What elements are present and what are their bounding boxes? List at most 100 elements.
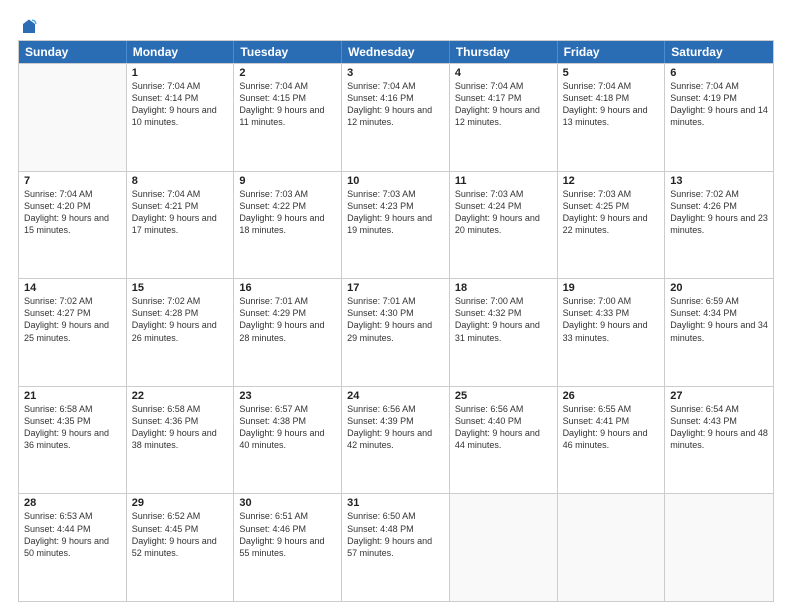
- day-number: 29: [132, 497, 229, 509]
- calendar-cell: 19Sunrise: 7:00 AM Sunset: 4:33 PM Dayli…: [558, 279, 666, 386]
- day-number: 5: [563, 67, 660, 79]
- cell-info: Sunrise: 6:58 AM Sunset: 4:35 PM Dayligh…: [24, 403, 121, 452]
- calendar-header-cell: Monday: [127, 41, 235, 63]
- cell-info: Sunrise: 7:02 AM Sunset: 4:28 PM Dayligh…: [132, 295, 229, 344]
- day-number: 7: [24, 175, 121, 187]
- day-number: 15: [132, 282, 229, 294]
- calendar-cell: 12Sunrise: 7:03 AM Sunset: 4:25 PM Dayli…: [558, 172, 666, 279]
- cell-info: Sunrise: 7:04 AM Sunset: 4:15 PM Dayligh…: [239, 80, 336, 129]
- cell-info: Sunrise: 6:54 AM Sunset: 4:43 PM Dayligh…: [670, 403, 768, 452]
- calendar-cell: 15Sunrise: 7:02 AM Sunset: 4:28 PM Dayli…: [127, 279, 235, 386]
- calendar-cell: [558, 494, 666, 601]
- day-number: 26: [563, 390, 660, 402]
- logo: [18, 18, 38, 32]
- calendar-week-row: 21Sunrise: 6:58 AM Sunset: 4:35 PM Dayli…: [19, 386, 773, 494]
- cell-info: Sunrise: 7:04 AM Sunset: 4:14 PM Dayligh…: [132, 80, 229, 129]
- cell-info: Sunrise: 7:01 AM Sunset: 4:29 PM Dayligh…: [239, 295, 336, 344]
- calendar-cell: 31Sunrise: 6:50 AM Sunset: 4:48 PM Dayli…: [342, 494, 450, 601]
- cell-info: Sunrise: 7:04 AM Sunset: 4:18 PM Dayligh…: [563, 80, 660, 129]
- cell-info: Sunrise: 6:50 AM Sunset: 4:48 PM Dayligh…: [347, 510, 444, 559]
- day-number: 9: [239, 175, 336, 187]
- calendar-cell: [450, 494, 558, 601]
- cell-info: Sunrise: 7:04 AM Sunset: 4:20 PM Dayligh…: [24, 188, 121, 237]
- calendar-cell: [19, 64, 127, 171]
- day-number: 4: [455, 67, 552, 79]
- calendar-cell: 6Sunrise: 7:04 AM Sunset: 4:19 PM Daylig…: [665, 64, 773, 171]
- calendar-week-row: 28Sunrise: 6:53 AM Sunset: 4:44 PM Dayli…: [19, 493, 773, 601]
- day-number: 14: [24, 282, 121, 294]
- cell-info: Sunrise: 6:51 AM Sunset: 4:46 PM Dayligh…: [239, 510, 336, 559]
- calendar: SundayMondayTuesdayWednesdayThursdayFrid…: [18, 40, 774, 602]
- cell-info: Sunrise: 7:04 AM Sunset: 4:17 PM Dayligh…: [455, 80, 552, 129]
- cell-info: Sunrise: 7:03 AM Sunset: 4:25 PM Dayligh…: [563, 188, 660, 237]
- logo-icon: [20, 18, 38, 36]
- cell-info: Sunrise: 6:56 AM Sunset: 4:39 PM Dayligh…: [347, 403, 444, 452]
- cell-info: Sunrise: 7:03 AM Sunset: 4:23 PM Dayligh…: [347, 188, 444, 237]
- day-number: 8: [132, 175, 229, 187]
- calendar-cell: 9Sunrise: 7:03 AM Sunset: 4:22 PM Daylig…: [234, 172, 342, 279]
- calendar-cell: 26Sunrise: 6:55 AM Sunset: 4:41 PM Dayli…: [558, 387, 666, 494]
- cell-info: Sunrise: 7:04 AM Sunset: 4:19 PM Dayligh…: [670, 80, 768, 129]
- day-number: 1: [132, 67, 229, 79]
- cell-info: Sunrise: 6:58 AM Sunset: 4:36 PM Dayligh…: [132, 403, 229, 452]
- day-number: 21: [24, 390, 121, 402]
- calendar-header-cell: Thursday: [450, 41, 558, 63]
- calendar-cell: 20Sunrise: 6:59 AM Sunset: 4:34 PM Dayli…: [665, 279, 773, 386]
- calendar-cell: 3Sunrise: 7:04 AM Sunset: 4:16 PM Daylig…: [342, 64, 450, 171]
- day-number: 2: [239, 67, 336, 79]
- day-number: 11: [455, 175, 552, 187]
- cell-info: Sunrise: 7:03 AM Sunset: 4:22 PM Dayligh…: [239, 188, 336, 237]
- calendar-cell: 13Sunrise: 7:02 AM Sunset: 4:26 PM Dayli…: [665, 172, 773, 279]
- day-number: 31: [347, 497, 444, 509]
- day-number: 18: [455, 282, 552, 294]
- calendar-header-cell: Tuesday: [234, 41, 342, 63]
- calendar-cell: 2Sunrise: 7:04 AM Sunset: 4:15 PM Daylig…: [234, 64, 342, 171]
- calendar-header-cell: Sunday: [19, 41, 127, 63]
- calendar-cell: 24Sunrise: 6:56 AM Sunset: 4:39 PM Dayli…: [342, 387, 450, 494]
- day-number: 28: [24, 497, 121, 509]
- calendar-header-cell: Friday: [558, 41, 666, 63]
- calendar-cell: 4Sunrise: 7:04 AM Sunset: 4:17 PM Daylig…: [450, 64, 558, 171]
- header: [18, 18, 774, 32]
- day-number: 16: [239, 282, 336, 294]
- cell-info: Sunrise: 7:02 AM Sunset: 4:27 PM Dayligh…: [24, 295, 121, 344]
- cell-info: Sunrise: 6:53 AM Sunset: 4:44 PM Dayligh…: [24, 510, 121, 559]
- calendar-cell: 25Sunrise: 6:56 AM Sunset: 4:40 PM Dayli…: [450, 387, 558, 494]
- day-number: 6: [670, 67, 768, 79]
- calendar-cell: [665, 494, 773, 601]
- calendar-cell: 10Sunrise: 7:03 AM Sunset: 4:23 PM Dayli…: [342, 172, 450, 279]
- day-number: 12: [563, 175, 660, 187]
- cell-info: Sunrise: 6:57 AM Sunset: 4:38 PM Dayligh…: [239, 403, 336, 452]
- calendar-header-row: SundayMondayTuesdayWednesdayThursdayFrid…: [19, 41, 773, 63]
- cell-info: Sunrise: 7:04 AM Sunset: 4:16 PM Dayligh…: [347, 80, 444, 129]
- day-number: 24: [347, 390, 444, 402]
- day-number: 19: [563, 282, 660, 294]
- calendar-week-row: 7Sunrise: 7:04 AM Sunset: 4:20 PM Daylig…: [19, 171, 773, 279]
- cell-info: Sunrise: 7:01 AM Sunset: 4:30 PM Dayligh…: [347, 295, 444, 344]
- calendar-body: 1Sunrise: 7:04 AM Sunset: 4:14 PM Daylig…: [19, 63, 773, 601]
- day-number: 27: [670, 390, 768, 402]
- calendar-cell: 18Sunrise: 7:00 AM Sunset: 4:32 PM Dayli…: [450, 279, 558, 386]
- cell-info: Sunrise: 7:03 AM Sunset: 4:24 PM Dayligh…: [455, 188, 552, 237]
- day-number: 10: [347, 175, 444, 187]
- day-number: 25: [455, 390, 552, 402]
- cell-info: Sunrise: 7:00 AM Sunset: 4:33 PM Dayligh…: [563, 295, 660, 344]
- day-number: 13: [670, 175, 768, 187]
- cell-info: Sunrise: 7:02 AM Sunset: 4:26 PM Dayligh…: [670, 188, 768, 237]
- calendar-cell: 7Sunrise: 7:04 AM Sunset: 4:20 PM Daylig…: [19, 172, 127, 279]
- day-number: 23: [239, 390, 336, 402]
- calendar-cell: 5Sunrise: 7:04 AM Sunset: 4:18 PM Daylig…: [558, 64, 666, 171]
- cell-info: Sunrise: 6:52 AM Sunset: 4:45 PM Dayligh…: [132, 510, 229, 559]
- calendar-cell: 22Sunrise: 6:58 AM Sunset: 4:36 PM Dayli…: [127, 387, 235, 494]
- cell-info: Sunrise: 6:55 AM Sunset: 4:41 PM Dayligh…: [563, 403, 660, 452]
- calendar-cell: 28Sunrise: 6:53 AM Sunset: 4:44 PM Dayli…: [19, 494, 127, 601]
- calendar-cell: 16Sunrise: 7:01 AM Sunset: 4:29 PM Dayli…: [234, 279, 342, 386]
- calendar-cell: 17Sunrise: 7:01 AM Sunset: 4:30 PM Dayli…: [342, 279, 450, 386]
- calendar-cell: 1Sunrise: 7:04 AM Sunset: 4:14 PM Daylig…: [127, 64, 235, 171]
- day-number: 22: [132, 390, 229, 402]
- day-number: 20: [670, 282, 768, 294]
- cell-info: Sunrise: 7:00 AM Sunset: 4:32 PM Dayligh…: [455, 295, 552, 344]
- calendar-cell: 21Sunrise: 6:58 AM Sunset: 4:35 PM Dayli…: [19, 387, 127, 494]
- calendar-header-cell: Wednesday: [342, 41, 450, 63]
- day-number: 17: [347, 282, 444, 294]
